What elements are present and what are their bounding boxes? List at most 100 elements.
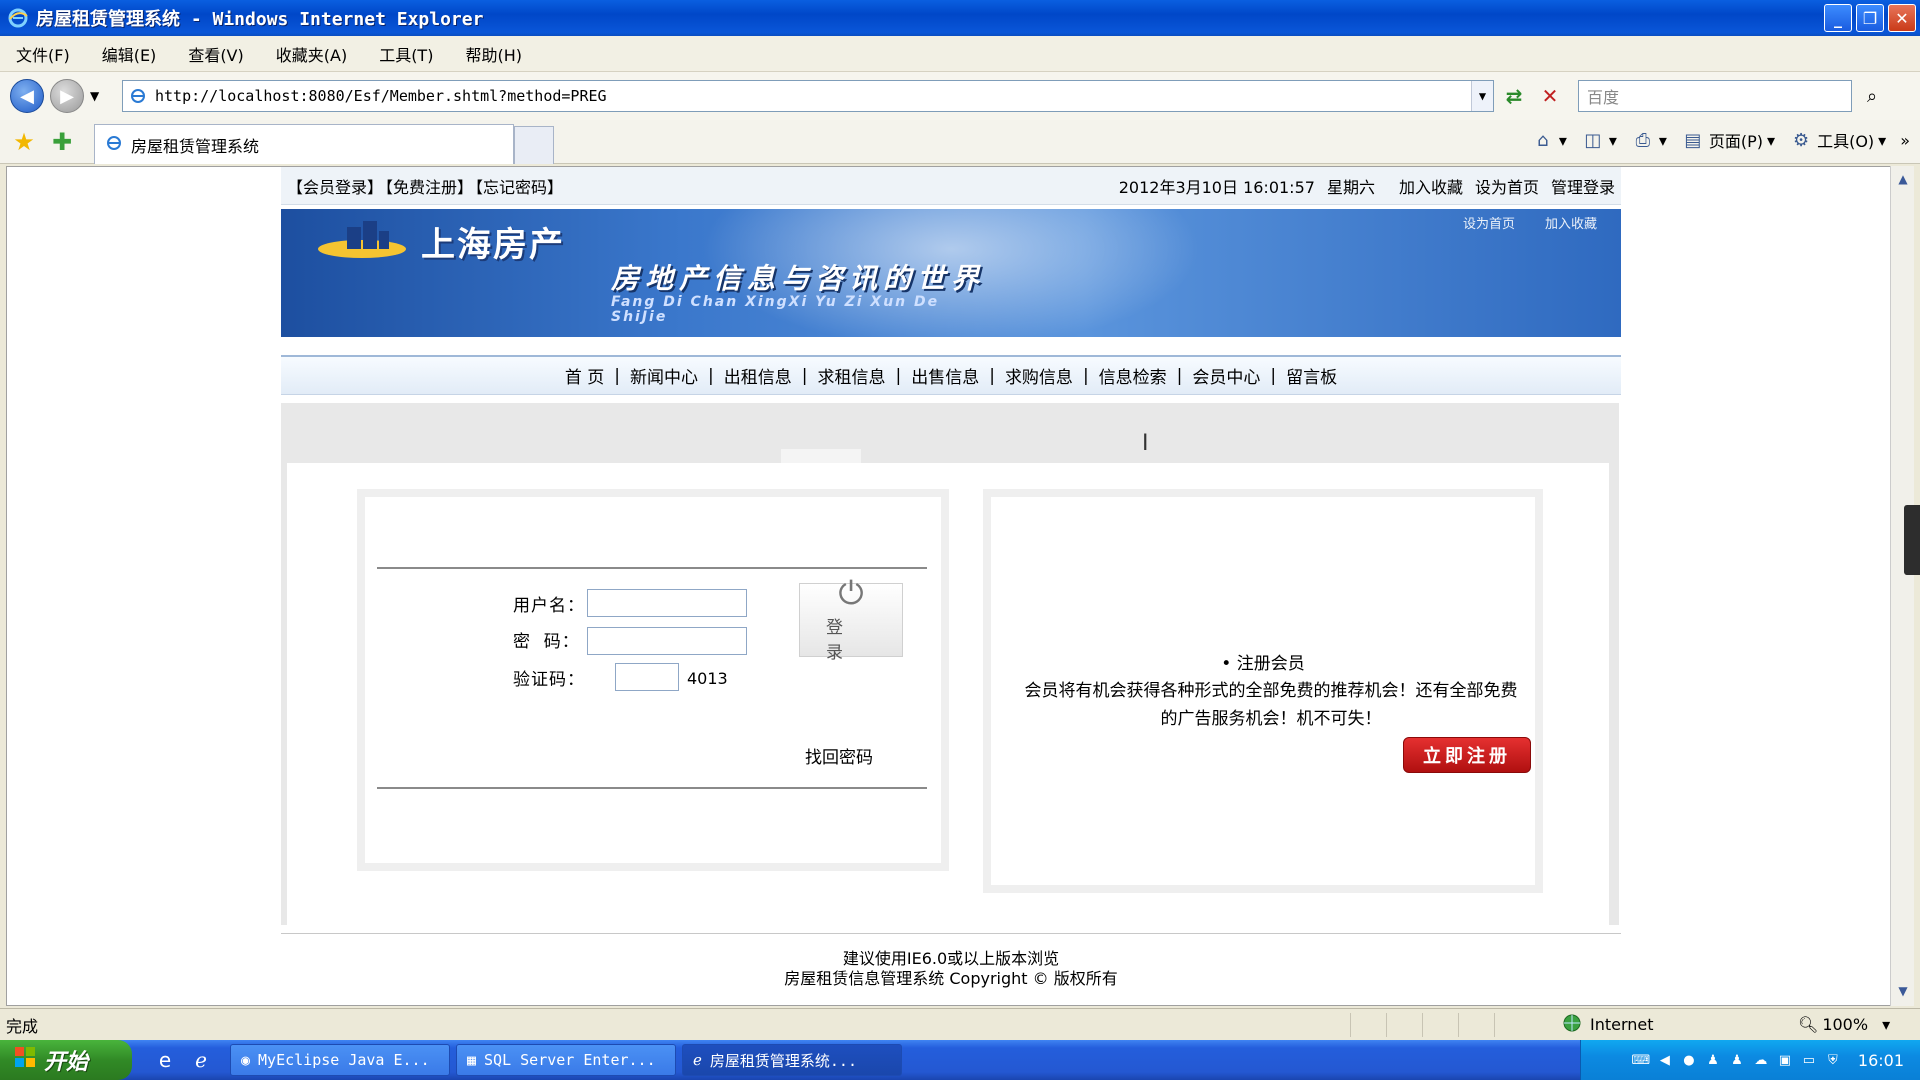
history-dropdown-icon[interactable]: ▼ [90, 89, 99, 103]
start-label: 开始 [44, 1050, 89, 1075]
shield-icon[interactable]: ⛨ [1824, 1051, 1842, 1069]
address-url[interactable]: http://localhost:8080/Esf/Member.shtml?m… [155, 87, 607, 105]
start-button[interactable]: 开始 [0, 1040, 132, 1080]
address-dropdown-icon[interactable]: ▼ [1471, 81, 1493, 111]
vertical-scrollbar[interactable]: ▲ ▼ [1890, 166, 1914, 1006]
menu-view[interactable]: 查看(V) [182, 38, 249, 70]
page-menu-button[interactable]: ▤ 页面(P) ▾ [1681, 128, 1775, 152]
menu-favorites[interactable]: 收藏夹(A) [270, 38, 353, 70]
zoom-control[interactable]: 🔍︎ 100% ▾ [1798, 1015, 1890, 1034]
banner-set-homepage[interactable]: 设为首页 [1463, 213, 1515, 232]
restore-button[interactable]: ❐ [1856, 4, 1884, 32]
nav-rent-out[interactable]: 出租信息 [720, 363, 796, 388]
favorites-star-icon[interactable]: ★ [10, 128, 38, 156]
qq2-icon[interactable]: ♟ [1728, 1051, 1746, 1069]
taskbar-ie-window[interactable]: ℯ 房屋租赁管理系统... [682, 1044, 902, 1076]
ie-icon: ℯ [693, 1051, 702, 1069]
register-title: • 注册会员 [1221, 654, 1305, 674]
search-icon[interactable]: ⌕ [1858, 82, 1886, 110]
gear-icon: ⚙ [1793, 129, 1810, 151]
address-bar[interactable]: http://localhost:8080/Esf/Member.shtml?m… [122, 80, 1494, 112]
scroll-down-icon[interactable]: ▼ [1894, 982, 1912, 1000]
nav-news[interactable]: 新闻中心 [626, 363, 702, 388]
username-input[interactable] [587, 589, 747, 617]
sqlserver-icon: ▦ [467, 1051, 477, 1069]
register-now-button[interactable]: 立即注册 [1403, 737, 1531, 773]
side-panel-grip[interactable] [1904, 505, 1920, 575]
recover-password-link[interactable]: 找回密码 [805, 743, 873, 768]
link-set-homepage[interactable]: 设为首页 [1475, 174, 1539, 198]
ie-logo-icon [6, 6, 30, 30]
link-add-favorite[interactable]: 加入收藏 [1399, 174, 1463, 198]
globe-icon [1562, 1013, 1582, 1037]
tab-title: 房屋租赁管理系统 [131, 136, 260, 156]
banner-logo-text: 上海房产 [421, 225, 565, 265]
qq-icon[interactable]: ♟ [1704, 1051, 1722, 1069]
current-datetime: 2012年3月10日 16:01:57 [1118, 177, 1315, 197]
text-cursor-icon: I [1142, 431, 1149, 456]
nav-for-sale[interactable]: 出售信息 [907, 363, 983, 388]
nav-member-center[interactable]: 会员中心 [1188, 363, 1264, 388]
forward-button[interactable]: ▶ [50, 79, 84, 113]
security-zone[interactable]: Internet [1562, 1013, 1654, 1037]
more-commands-button[interactable]: » [1900, 131, 1910, 150]
window-title-bar[interactable]: 房屋租赁管理系统 - Windows Internet Explorer _ ❐… [0, 0, 1920, 36]
network-icon[interactable]: ☁ [1752, 1051, 1770, 1069]
quicklaunch-ie2-icon[interactable]: ℯ [188, 1047, 214, 1073]
menu-edit[interactable]: 编辑(E) [96, 38, 163, 70]
banner-add-favorite[interactable]: 加入收藏 [1545, 213, 1597, 232]
refresh-icon[interactable]: ⇄ [1500, 82, 1528, 110]
scroll-up-icon[interactable]: ▲ [1894, 170, 1912, 188]
monitor-icon[interactable]: ▭ [1800, 1051, 1818, 1069]
keyboard-icon[interactable]: ⌨ [1632, 1051, 1651, 1069]
register-panel: • 注册会员 会员将有机会获得各种形式的全部免费的推荐机会！还有全部免费的广告服… [983, 489, 1543, 893]
nav-rent-wanted[interactable]: 求租信息 [813, 363, 889, 388]
page-viewport: 【会员登录】 【免费注册】 【忘记密码】 2012年3月10日 16:01:57 星… [6, 166, 1892, 1006]
home-icon: ⌂ [1537, 129, 1549, 151]
taskbar-myeclipse[interactable]: ◉ MyEclipse Java E... [230, 1044, 450, 1076]
link-admin-login[interactable]: 管理登录 [1551, 174, 1615, 198]
browser-tab[interactable]: 房屋租赁管理系统 [94, 124, 514, 164]
taskbar-sqlserver[interactable]: ▦ SQL Server Enter... [456, 1044, 676, 1076]
new-tab-button[interactable] [514, 126, 554, 164]
tools-menu-button[interactable]: ⚙ 工具(O) ▾ [1789, 128, 1886, 152]
link-forgot-password[interactable]: 【忘记密码】 [475, 178, 563, 197]
nav-buy-wanted[interactable]: 求购信息 [1001, 363, 1077, 388]
tray-expand-icon[interactable]: ◀ [1656, 1051, 1674, 1069]
system-tray: ⌨ ◀ ● ♟ ♟ ☁ ▣ ▭ ⛨ 16:01 [1580, 1040, 1920, 1080]
nav-message-board[interactable]: 留言板 [1282, 363, 1341, 388]
status-bar: 完成 Internet 🔍︎ 100% ▾ [0, 1008, 1920, 1040]
back-button[interactable]: ◀ [10, 79, 44, 113]
print-button[interactable]: ⎙ ▾ [1631, 128, 1667, 152]
menu-bar: 文件(F) 编辑(E) 查看(V) 收藏夹(A) 工具(T) 帮助(H) [0, 36, 1920, 72]
password-input[interactable] [587, 627, 747, 655]
page-icon: ▤ [1684, 129, 1702, 151]
quicklaunch-ie-icon[interactable]: e [152, 1047, 178, 1073]
antivirus-icon[interactable]: ● [1680, 1051, 1698, 1069]
add-favorites-icon[interactable]: ✚ [48, 128, 76, 156]
close-button[interactable]: ✕ [1888, 4, 1916, 32]
home-button[interactable]: ⌂ ▾ [1531, 128, 1567, 152]
register-description: 会员将有机会获得各种形式的全部免费的推荐机会！还有全部免费的广告服务机会！机不可… [1024, 681, 1518, 729]
weekday: 星期六 [1326, 177, 1375, 197]
link-free-register[interactable]: 【免费注册】 [385, 178, 473, 197]
menu-tools[interactable]: 工具(T) [373, 38, 439, 70]
link-member-login[interactable]: 【会员登录】 [287, 178, 383, 197]
minimize-button[interactable]: _ [1824, 4, 1852, 32]
search-input[interactable]: 百度 [1578, 80, 1852, 112]
captcha-input[interactable] [615, 663, 679, 691]
input-method-icon[interactable]: ▣ [1776, 1051, 1794, 1069]
taskbar-sqlserver-label: SQL Server Enter... [484, 1051, 656, 1069]
menu-file[interactable]: 文件(F) [10, 38, 76, 70]
nav-home[interactable]: 首 页 [561, 363, 608, 388]
chevron-down-icon: ▾ [1767, 130, 1776, 150]
zoom-icon: 🔍︎ [1798, 1015, 1819, 1034]
top-strip: 【会员登录】 【免费注册】 【忘记密码】 2012年3月10日 16:01:57 星… [281, 167, 1621, 205]
nav-search[interactable]: 信息检索 [1095, 363, 1171, 388]
menu-help[interactable]: 帮助(H) [459, 38, 528, 70]
chevron-down-icon: ▾ [1608, 130, 1617, 150]
feeds-button[interactable]: ◫ ▾ [1581, 128, 1617, 152]
stop-icon[interactable]: ✕ [1536, 82, 1564, 110]
login-button[interactable]: ⏻ 登录 [799, 577, 903, 663]
page-menu-label: 页面(P) [1708, 132, 1764, 151]
